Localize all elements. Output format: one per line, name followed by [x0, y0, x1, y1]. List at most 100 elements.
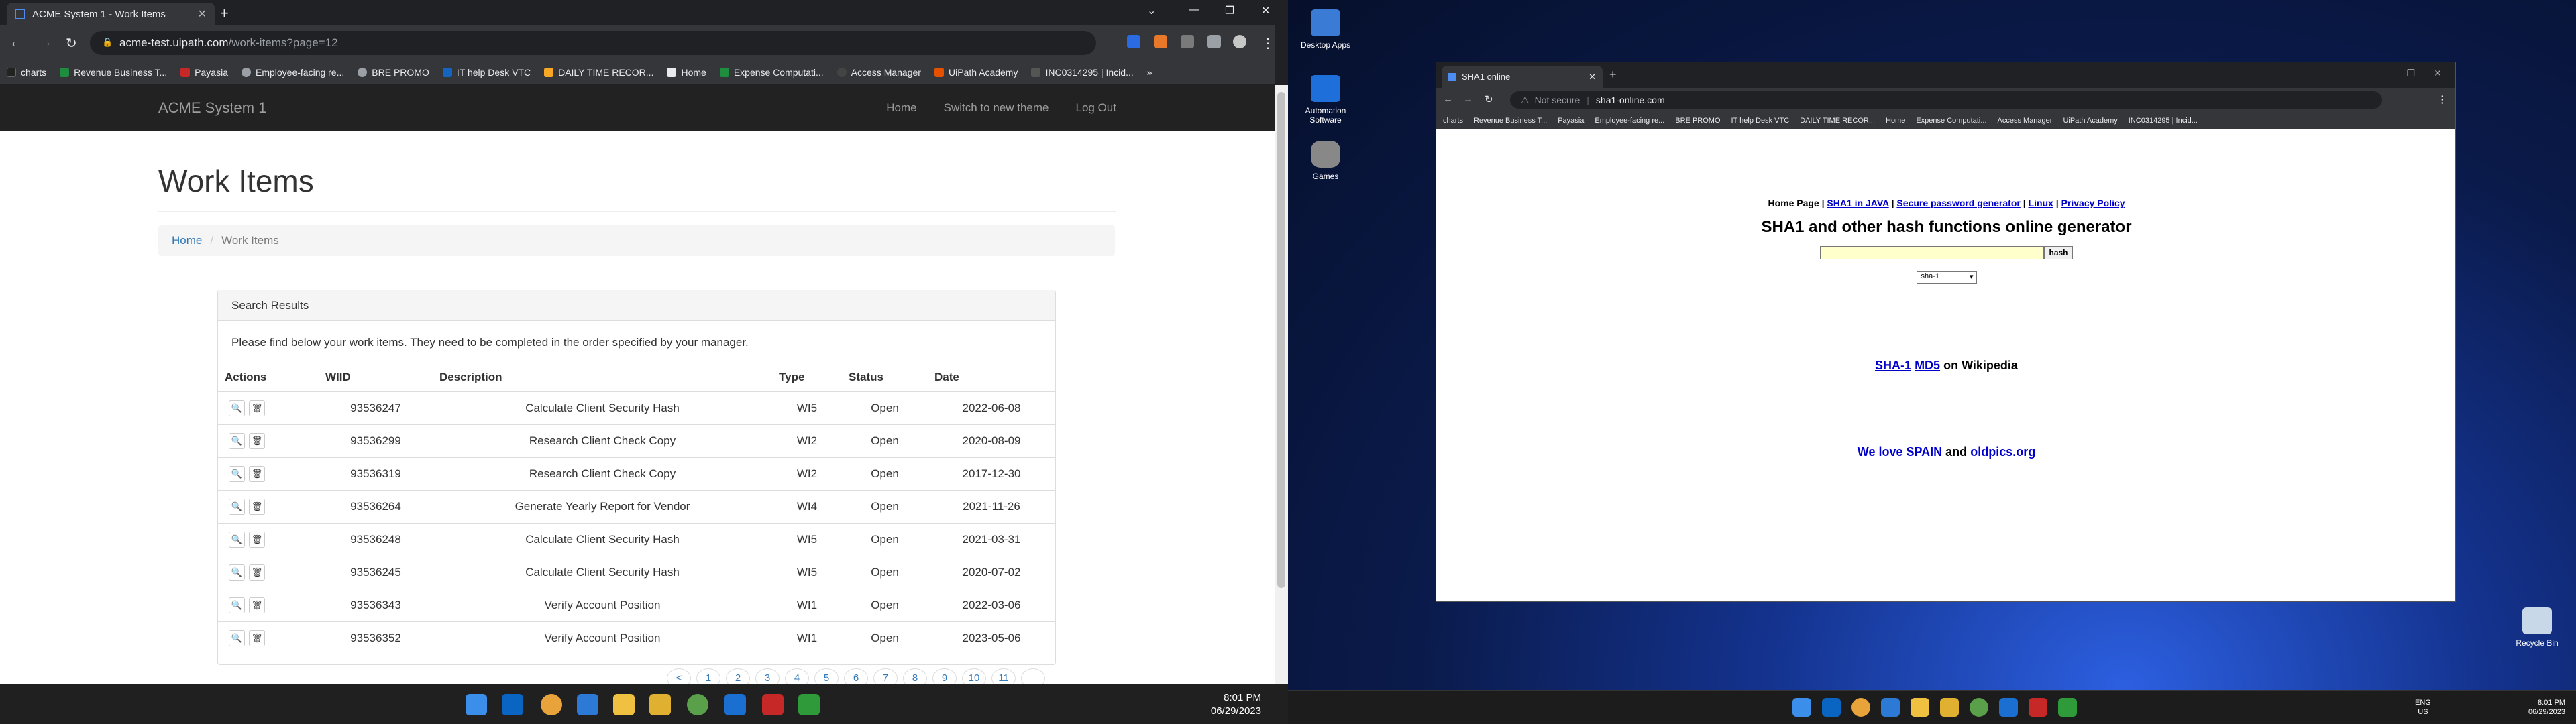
trash-icon[interactable]: 🗑	[249, 400, 265, 416]
trash-icon[interactable]: 🗑	[249, 466, 265, 482]
bookmark[interactable]: BRE PROMO	[358, 67, 429, 78]
bookmark[interactable]: Payasia	[180, 67, 228, 78]
new-tab-icon[interactable]: +	[1609, 68, 1617, 82]
bookmark[interactable]: Home	[1886, 117, 1905, 125]
desktop-icon-automation[interactable]: Automation Software	[1299, 75, 1352, 125]
new-tab-icon[interactable]: +	[220, 5, 229, 22]
hash-algorithm-select[interactable]: sha-1 ▾	[1916, 272, 1977, 284]
desktop-icon-desktop-apps[interactable]: Desktop Apps	[1299, 9, 1352, 50]
trash-icon[interactable]: 🗑	[249, 630, 265, 646]
uipath-studio-icon[interactable]	[1999, 698, 2018, 717]
maximize-icon[interactable]: ❐	[2406, 68, 2415, 79]
bookmark[interactable]: Expense Computati...	[1916, 117, 1986, 125]
menu-kebab-icon[interactable]: ⋮	[1261, 35, 1275, 52]
profile-avatar[interactable]	[1233, 35, 1246, 48]
search-icon[interactable]: 🔍	[229, 499, 245, 515]
page-link[interactable]: 4	[785, 668, 809, 684]
close-tab-icon[interactable]: ✕	[198, 7, 207, 21]
desktop-icon-games[interactable]: Games	[1299, 141, 1352, 181]
trash-icon[interactable]: 🗑	[249, 499, 265, 515]
start-icon[interactable]	[466, 694, 487, 715]
page-link[interactable]: 8	[903, 668, 927, 684]
nav-switch-theme[interactable]: Switch to new theme	[944, 101, 1049, 115]
nav-logout[interactable]: Log Out	[1076, 101, 1117, 115]
taskbar-clock-2[interactable]: 8:01 PM 06/29/2023	[2528, 698, 2565, 717]
bookmark[interactable]: IT help Desk VTC	[442, 67, 531, 78]
close-window-icon[interactable]: ✕	[2434, 68, 2442, 79]
bookmark[interactable]: charts	[7, 67, 46, 78]
link-sha1-wiki[interactable]: SHA-1	[1875, 359, 1911, 372]
search-icon[interactable]: 🔍	[229, 400, 245, 416]
close-window-icon[interactable]: ✕	[1261, 4, 1270, 17]
taskbar-clock[interactable]: 8:01 PM 06/29/2023	[1211, 691, 1261, 718]
search-icon[interactable]: 🔍	[229, 597, 245, 613]
page-link[interactable]: 9	[932, 668, 957, 684]
bookmark[interactable]: Employee-facing re...	[241, 67, 344, 78]
outlook-icon[interactable]	[502, 694, 523, 715]
extensions-puzzle-icon[interactable]	[1181, 35, 1194, 48]
bookmark[interactable]: Home	[667, 67, 706, 78]
file-explorer-icon[interactable]	[1911, 698, 1929, 717]
page-link[interactable]: 10	[962, 668, 986, 684]
bookmark[interactable]: Access Manager	[837, 67, 921, 78]
page-link[interactable]: 5	[814, 668, 839, 684]
address-bar[interactable]: 🔒 acme-test.uipath.com/work-items?page=1…	[90, 31, 1096, 55]
bookmark[interactable]: DAILY TIME RECOR...	[544, 67, 653, 78]
forward-icon[interactable]: →	[39, 35, 52, 50]
minimize-icon[interactable]: —	[1189, 4, 1199, 16]
back-icon[interactable]: ←	[1443, 93, 1453, 105]
bookmark[interactable]: UiPath Academy	[934, 67, 1018, 78]
maximize-icon[interactable]: ❐	[1225, 4, 1234, 17]
tab-search-icon[interactable]: ⌄	[1147, 4, 1156, 17]
extension-icon[interactable]	[1154, 35, 1167, 48]
hash-button[interactable]: hash	[2044, 246, 2073, 259]
page-link[interactable]: <	[667, 668, 691, 684]
search-icon[interactable]: 🔍	[229, 630, 245, 646]
chrome-icon[interactable]	[1851, 698, 1870, 717]
close-tab-icon[interactable]: ✕	[1589, 72, 1596, 82]
link-sha1-java[interactable]: SHA1 in JAVA	[1827, 198, 1888, 208]
notepad-icon[interactable]	[1881, 698, 1900, 717]
bookmark[interactable]: Revenue Business T...	[1474, 117, 1547, 125]
reload-icon[interactable]: ↻	[1485, 93, 1493, 105]
hash-input[interactable]	[1820, 246, 2045, 259]
trash-icon[interactable]: 🗑	[249, 597, 265, 613]
page-link[interactable]: 6	[844, 668, 868, 684]
page-link[interactable]	[1021, 668, 1045, 684]
bookmark[interactable]: Payasia	[1558, 117, 1584, 125]
trash-icon[interactable]: 🗑	[249, 532, 265, 548]
page-link[interactable]: 1	[696, 668, 720, 684]
assistant-icon[interactable]	[798, 694, 820, 715]
back-icon[interactable]: ←	[9, 35, 23, 50]
chrome-icon[interactable]	[541, 694, 562, 715]
bookmark[interactable]: Expense Computati...	[719, 67, 824, 78]
link-oldpics[interactable]: oldpics.org	[1970, 445, 2035, 459]
link-password-generator[interactable]: Secure password generator	[1896, 198, 2020, 208]
file-explorer-icon[interactable]	[613, 694, 635, 715]
bookmark[interactable]: BRE PROMO	[1675, 117, 1720, 125]
search-icon[interactable]: 🔍	[229, 564, 245, 581]
reload-icon[interactable]: ↻	[66, 35, 77, 52]
more-bookmarks-icon[interactable]: »	[1147, 67, 1152, 78]
link-linux[interactable]: Linux	[2029, 198, 2053, 208]
start-icon[interactable]	[1792, 698, 1811, 717]
acme-brand[interactable]: ACME System 1	[158, 99, 859, 117]
bookmark[interactable]: charts	[1443, 117, 1463, 125]
page-link[interactable]: 2	[726, 668, 750, 684]
address-bar-2[interactable]: ⚠ Not secure | sha1-online.com	[1510, 91, 2382, 109]
trash-icon[interactable]: 🗑	[249, 564, 265, 581]
bookmark[interactable]: IT help Desk VTC	[1731, 117, 1790, 125]
page-scrollbar[interactable]	[1275, 85, 1288, 684]
assistant-icon[interactable]	[2058, 698, 2077, 717]
app-icon[interactable]	[1970, 698, 1988, 717]
search-icon[interactable]: 🔍	[229, 466, 245, 482]
minimize-icon[interactable]: —	[2379, 68, 2388, 78]
bookmark[interactable]: Employee-facing re...	[1595, 117, 1664, 125]
menu-kebab-icon[interactable]: ⋮	[2437, 93, 2447, 105]
bookmark[interactable]: Revenue Business T...	[60, 67, 167, 78]
bookmark[interactable]: INC0314295 | Incid...	[2129, 117, 2198, 125]
link-md5-wiki[interactable]: MD5	[1915, 359, 1940, 372]
side-panel-icon[interactable]	[1208, 35, 1221, 48]
language-indicator[interactable]: ENG US	[2415, 698, 2431, 717]
extension-icon[interactable]	[1127, 35, 1140, 48]
